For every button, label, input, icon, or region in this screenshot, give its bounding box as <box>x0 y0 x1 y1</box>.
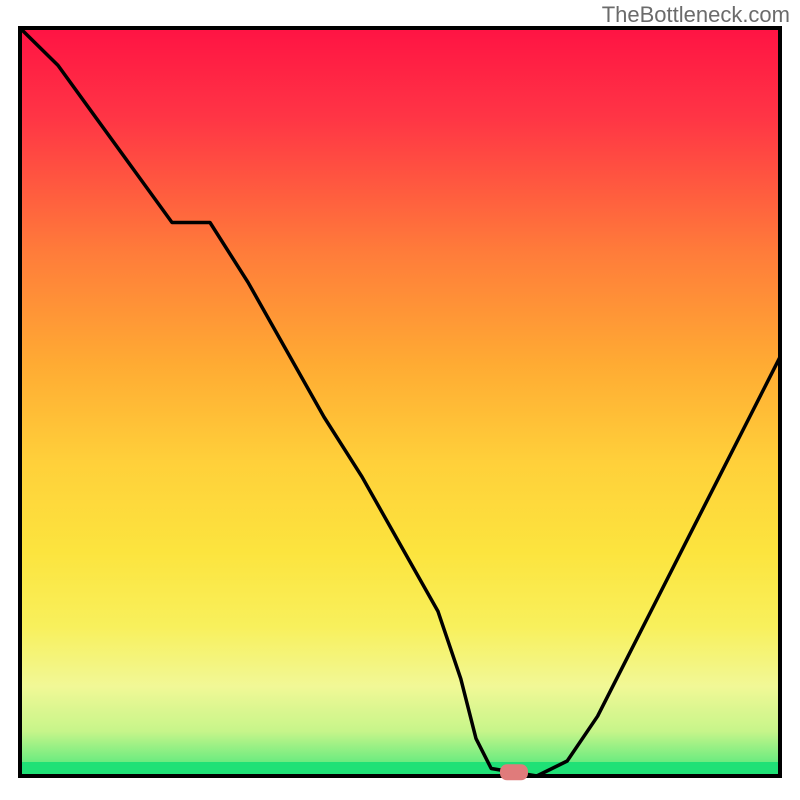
chart-svg <box>0 0 800 800</box>
green-bottom-band <box>20 762 780 776</box>
plot-area <box>20 28 780 780</box>
chart-container: TheBottleneck.com <box>0 0 800 800</box>
minimum-marker <box>500 764 528 780</box>
gradient-background <box>20 28 780 776</box>
watermark-text: TheBottleneck.com <box>602 2 790 28</box>
